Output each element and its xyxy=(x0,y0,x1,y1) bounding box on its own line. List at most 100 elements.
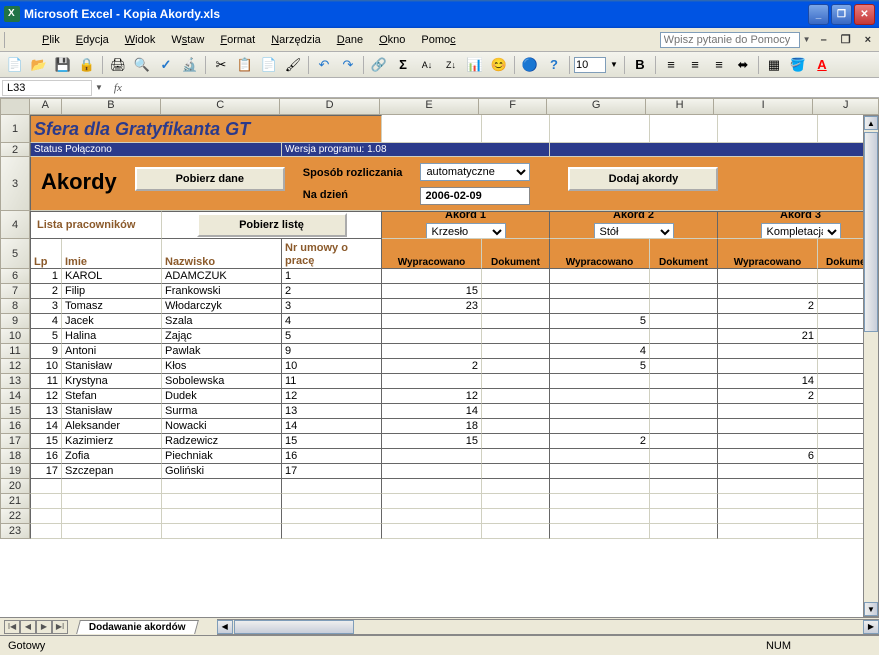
col-header-E[interactable]: E xyxy=(380,98,479,115)
cell-d2[interactable] xyxy=(650,344,718,359)
col-header-D[interactable]: D xyxy=(280,98,379,115)
fill-color-icon[interactable]: 🪣 xyxy=(787,54,809,76)
sort-desc-icon[interactable]: Z↓ xyxy=(440,54,462,76)
tab-prev-icon[interactable]: ◀ xyxy=(20,620,36,634)
cell-imie[interactable]: Filip xyxy=(62,284,162,299)
akord1-select[interactable]: Krzesło xyxy=(426,223,506,239)
save-icon[interactable]: 💾 xyxy=(52,54,74,76)
status-cell[interactable]: Status Połączono xyxy=(30,143,282,157)
cell-d2[interactable] xyxy=(650,449,718,464)
row-header-12[interactable]: 12 xyxy=(0,359,30,374)
cell-w3[interactable]: 21 xyxy=(718,329,818,344)
cell-nazwisko[interactable]: Dudek xyxy=(162,389,282,404)
cell-w3[interactable]: 2 xyxy=(718,389,818,404)
cell-w1[interactable]: 18 xyxy=(382,419,482,434)
align-center-icon[interactable]: ≡ xyxy=(684,54,706,76)
cell-imie[interactable]: Kazimierz xyxy=(62,434,162,449)
cell-w1[interactable]: 23 xyxy=(382,299,482,314)
cell-nr[interactable]: 17 xyxy=(282,464,382,479)
tab-next-icon[interactable]: ▶ xyxy=(36,620,52,634)
row-header-23[interactable]: 23 xyxy=(0,524,30,539)
print-icon[interactable]: 🖨 xyxy=(107,54,129,76)
cell-w2[interactable]: 4 xyxy=(550,344,650,359)
cell-lp[interactable]: 15 xyxy=(30,434,62,449)
scroll-thumb-v[interactable] xyxy=(864,132,878,332)
cell-d1[interactable] xyxy=(482,419,550,434)
akord3-header[interactable]: Akord 3Kompletacja xyxy=(718,211,879,239)
menu-wstaw[interactable]: Wstaw xyxy=(163,31,212,49)
row-header-19[interactable]: 19 xyxy=(0,464,30,479)
cell-lp[interactable]: 9 xyxy=(30,344,62,359)
bold-icon[interactable]: B xyxy=(629,54,651,76)
cell-w1[interactable] xyxy=(382,344,482,359)
menu-plik[interactable]: Plik xyxy=(34,31,68,49)
cell-imie[interactable]: Stanisław xyxy=(62,404,162,419)
cell-nazwisko[interactable]: Frankowski xyxy=(162,284,282,299)
cell-w1[interactable] xyxy=(382,464,482,479)
align-left-icon[interactable]: ≡ xyxy=(660,54,682,76)
cell-w2[interactable] xyxy=(550,464,650,479)
cell-d2[interactable] xyxy=(650,359,718,374)
cell-w3[interactable]: 14 xyxy=(718,374,818,389)
cell-imie[interactable]: Antoni xyxy=(62,344,162,359)
cell-nazwisko[interactable]: Surma xyxy=(162,404,282,419)
font-color-icon[interactable]: A xyxy=(811,54,833,76)
row-header-15[interactable]: 15 xyxy=(0,404,30,419)
fetch-list-button[interactable]: Pobierz listę xyxy=(197,213,347,237)
hdr-wypr2[interactable]: Wypracowano xyxy=(550,239,650,269)
vertical-scrollbar[interactable]: ▲ ▼ xyxy=(863,115,879,617)
cell-d1[interactable] xyxy=(482,314,550,329)
akord2-select[interactable]: Stół xyxy=(594,223,674,239)
document-restore[interactable]: ❐ xyxy=(837,33,855,46)
cell-w2[interactable] xyxy=(550,449,650,464)
col-header-B[interactable]: B xyxy=(62,98,161,115)
cell-nazwisko[interactable]: Zając xyxy=(162,329,282,344)
cell-nr[interactable]: 13 xyxy=(282,404,382,419)
cell-nazwisko[interactable]: Piechniak xyxy=(162,449,282,464)
cell-nr[interactable]: 10 xyxy=(282,359,382,374)
cell-w2[interactable]: 5 xyxy=(550,314,650,329)
fx-icon[interactable]: fx xyxy=(106,82,130,94)
col-header-A[interactable]: A xyxy=(30,98,62,115)
row-header-22[interactable]: 22 xyxy=(0,509,30,524)
cell-w2[interactable] xyxy=(550,404,650,419)
cell-d1[interactable] xyxy=(482,374,550,389)
cells-area[interactable]: Sfera dla Gratyfikanta GTStatus Połączon… xyxy=(30,115,879,539)
cut-icon[interactable]: ✂ xyxy=(210,54,232,76)
cell-w2[interactable]: 5 xyxy=(550,359,650,374)
cell-nazwisko[interactable]: Radzewicz xyxy=(162,434,282,449)
preview-icon[interactable]: 🔍 xyxy=(131,54,153,76)
new-icon[interactable]: 📄 xyxy=(4,54,26,76)
cell-nr[interactable]: 14 xyxy=(282,419,382,434)
cell-d2[interactable] xyxy=(650,314,718,329)
row-header-14[interactable]: 14 xyxy=(0,389,30,404)
row-header-6[interactable]: 6 xyxy=(0,269,30,284)
cell-d2[interactable] xyxy=(650,329,718,344)
cell-nr[interactable]: 2 xyxy=(282,284,382,299)
list-title[interactable]: Lista pracowników xyxy=(30,211,162,239)
add-akordy-button[interactable]: Dodaj akordy xyxy=(568,167,718,191)
version-cell[interactable]: Wersja programu: 1.08 xyxy=(282,143,550,157)
menu-format[interactable]: Format xyxy=(212,31,263,49)
cell-w2[interactable] xyxy=(550,419,650,434)
cell-nazwisko[interactable]: Kłos xyxy=(162,359,282,374)
row-header-11[interactable]: 11 xyxy=(0,344,30,359)
research-icon[interactable]: 🔬 xyxy=(179,54,201,76)
cell-lp[interactable]: 5 xyxy=(30,329,62,344)
col-header-C[interactable]: C xyxy=(161,98,280,115)
cell-d1[interactable] xyxy=(482,344,550,359)
cell-lp[interactable]: 14 xyxy=(30,419,62,434)
col-header-J[interactable]: J xyxy=(813,98,879,115)
select-all-corner[interactable] xyxy=(0,98,30,115)
cell-w1[interactable]: 15 xyxy=(382,284,482,299)
cell-lp[interactable]: 13 xyxy=(30,404,62,419)
undo-icon[interactable]: ↶ xyxy=(313,54,335,76)
cell-nr[interactable]: 11 xyxy=(282,374,382,389)
cell-nr[interactable]: 3 xyxy=(282,299,382,314)
help-search-input[interactable] xyxy=(660,32,800,48)
hdr-lp[interactable]: Lp xyxy=(30,239,62,269)
cell-nazwisko[interactable]: Włodarczyk xyxy=(162,299,282,314)
row-header-21[interactable]: 21 xyxy=(0,494,30,509)
cell-d2[interactable] xyxy=(650,404,718,419)
app-title-cell[interactable]: Sfera dla Gratyfikanta GT xyxy=(30,115,382,143)
